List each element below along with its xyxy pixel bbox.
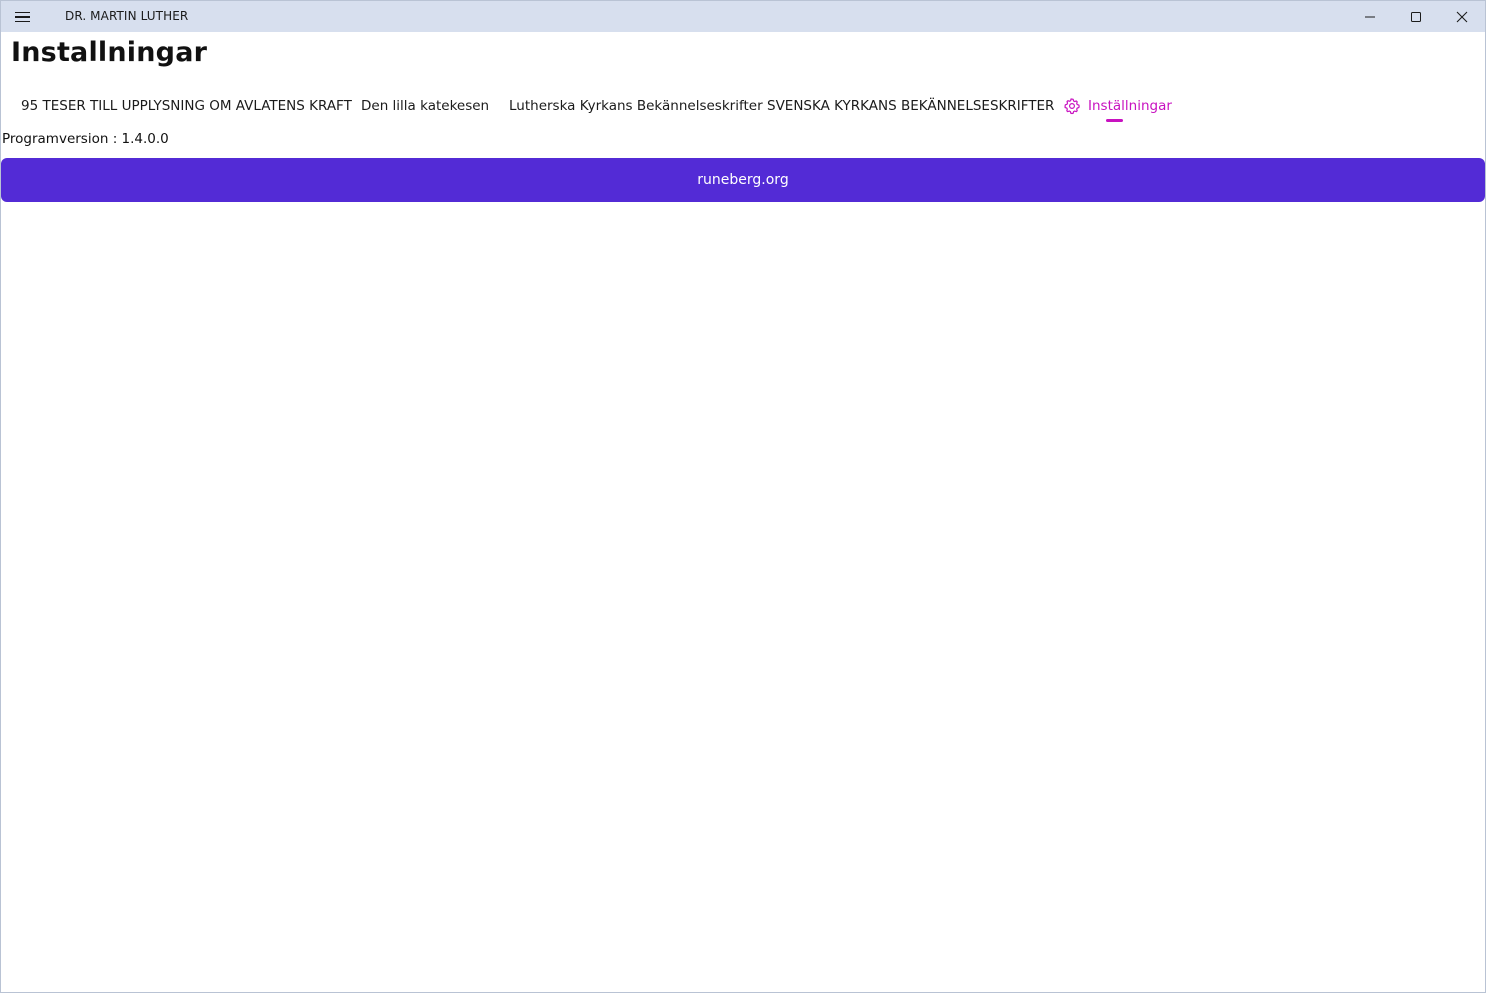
title-bar: DR. MARTIN LUTHER bbox=[1, 1, 1485, 32]
program-version: Programversion : 1.4.0.0 bbox=[2, 131, 169, 147]
tab-lutherska-kyrkans-bekannelseskrifter[interactable]: Lutherska Kyrkans Bekännelseskrifter bbox=[509, 89, 763, 123]
tab-den-lilla-katekesen[interactable]: Den lilla katekesen bbox=[361, 89, 489, 123]
page-title: Installningar bbox=[11, 37, 208, 68]
minimize-icon bbox=[1365, 16, 1375, 17]
close-icon bbox=[1456, 11, 1468, 22]
close-button[interactable] bbox=[1439, 1, 1485, 32]
app-title: DR. MARTIN LUTHER bbox=[65, 9, 189, 23]
tab-label: Inställningar bbox=[1088, 98, 1172, 114]
maximize-button[interactable] bbox=[1393, 1, 1439, 32]
tab-installningar[interactable]: Inställningar bbox=[1063, 89, 1172, 123]
gear-icon bbox=[1063, 97, 1081, 115]
tab-label: 95 TESER TILL UPPLYSNING OM AVLATENS KRA… bbox=[21, 98, 352, 114]
app-window: DR. MARTIN LUTHER Installningar 95 TESER… bbox=[0, 0, 1486, 993]
runeberg-link-button[interactable]: runeberg.org bbox=[1, 158, 1485, 202]
tab-95-teser[interactable]: 95 TESER TILL UPPLYSNING OM AVLATENS KRA… bbox=[21, 89, 352, 123]
tab-label: SVENSKA KYRKANS BEKÄNNELSESKRIFTER bbox=[767, 98, 1055, 114]
minimize-button[interactable] bbox=[1347, 1, 1393, 32]
maximize-icon bbox=[1411, 11, 1421, 22]
tab-label: Den lilla katekesen bbox=[361, 98, 490, 114]
hamburger-menu-icon[interactable] bbox=[7, 3, 37, 31]
active-tab-indicator bbox=[1106, 119, 1123, 122]
tab-bar: 95 TESER TILL UPPLYSNING OM AVLATENS KRA… bbox=[1, 89, 1485, 125]
tab-svenska-kyrkans-bekannelseskrifter[interactable]: SVENSKA KYRKANS BEKÄNNELSESKRIFTER bbox=[767, 89, 1054, 123]
tab-label: Lutherska Kyrkans Bekännelseskrifter bbox=[509, 98, 763, 114]
